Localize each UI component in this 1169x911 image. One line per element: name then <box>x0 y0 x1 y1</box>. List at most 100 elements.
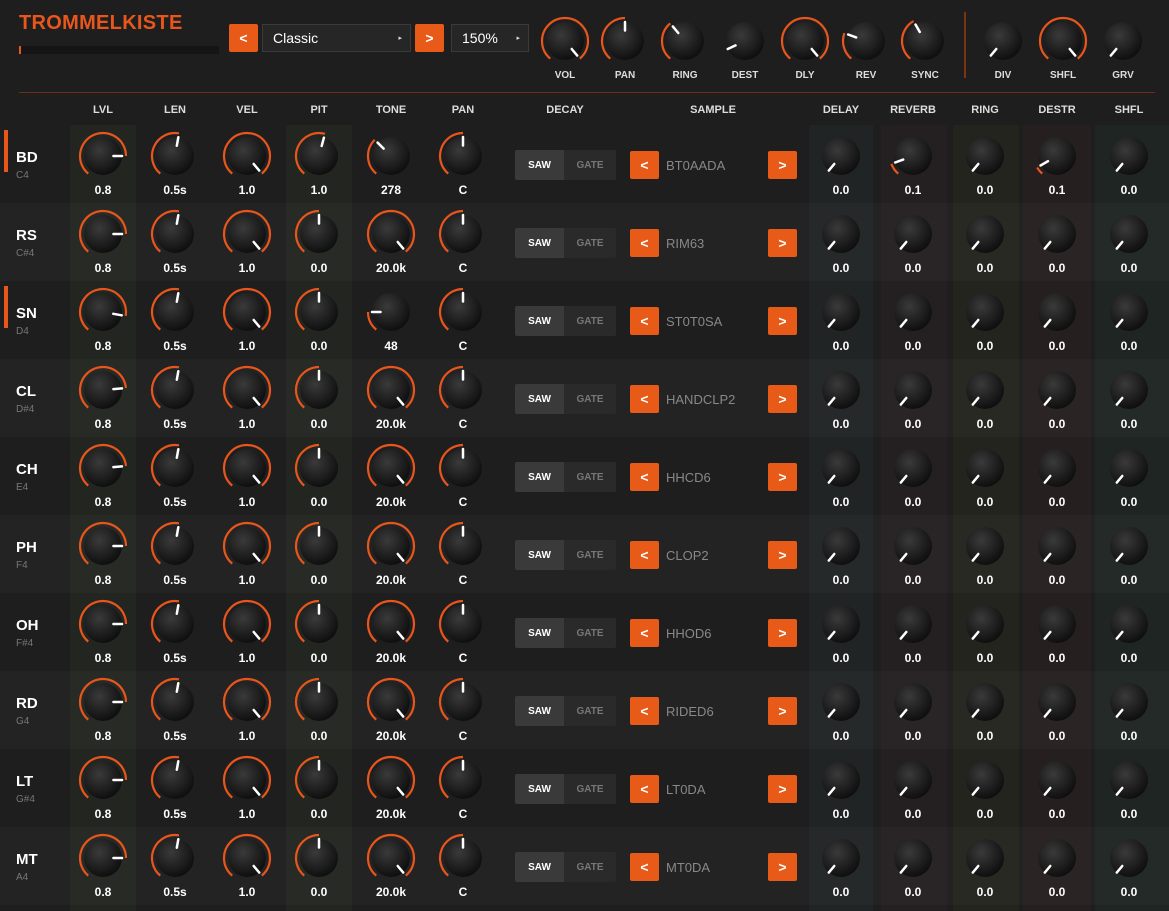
knob-dial[interactable] <box>1104 599 1154 649</box>
knob-dial[interactable] <box>1104 755 1154 805</box>
knob-pan[interactable]: C <box>433 755 493 821</box>
sample-next-button[interactable]: > <box>768 541 797 569</box>
sample-prev-button[interactable]: < <box>630 307 659 335</box>
knob-dial[interactable] <box>960 833 1010 883</box>
fx-knob-delay[interactable]: 0.0 <box>811 521 871 587</box>
knob-pit[interactable]: 0.0 <box>289 365 349 431</box>
fx-knob-destr[interactable]: 0.0 <box>1027 365 1087 431</box>
decay-toggle[interactable]: SAW GATE <box>515 150 616 180</box>
knob-dial[interactable] <box>1104 521 1154 571</box>
knob-len[interactable]: 0.5s <box>145 521 205 587</box>
knob-dial[interactable] <box>978 16 1028 66</box>
knob-dial[interactable] <box>816 677 866 727</box>
saw-option[interactable]: SAW <box>515 228 564 258</box>
knob-dial[interactable] <box>1104 443 1154 493</box>
saw-option[interactable]: SAW <box>515 774 564 804</box>
knob-dial[interactable] <box>600 16 650 66</box>
knob-dial[interactable] <box>1032 755 1082 805</box>
knob-vel[interactable]: 1.0 <box>217 365 277 431</box>
fx-knob-ring[interactable]: 0.0 <box>955 131 1015 197</box>
knob-lvl[interactable]: 0.8 <box>73 755 133 821</box>
knob-dial[interactable] <box>888 287 938 337</box>
sample-prev-button[interactable]: < <box>630 619 659 647</box>
knob-pan[interactable]: C <box>433 521 493 587</box>
gate-option[interactable]: GATE <box>564 150 616 180</box>
fx-knob-shfl[interactable]: 0.0 <box>1099 365 1159 431</box>
sample-next-button[interactable]: > <box>768 775 797 803</box>
knob-dial[interactable] <box>960 209 1010 259</box>
knob-dial[interactable] <box>78 755 128 805</box>
knob-dial[interactable] <box>366 755 416 805</box>
preset-select[interactable]: Classic ▸ <box>262 24 411 52</box>
knob-dial[interactable] <box>78 365 128 415</box>
knob-dial[interactable] <box>150 443 200 493</box>
knob-dial[interactable] <box>222 833 272 883</box>
decay-toggle[interactable]: SAW GATE <box>515 384 616 414</box>
knob-dial[interactable] <box>222 521 272 571</box>
decay-toggle[interactable]: SAW GATE <box>515 306 616 336</box>
gate-option[interactable]: GATE <box>564 384 616 414</box>
knob-dial[interactable] <box>438 833 488 883</box>
gate-option[interactable]: GATE <box>564 852 616 882</box>
fx-knob-reverb[interactable]: 0.0 <box>883 443 943 509</box>
knob-lvl[interactable]: 0.8 <box>73 209 133 275</box>
global-knob-vol[interactable]: VOL <box>540 16 590 81</box>
fx-knob-delay[interactable]: 0.0 <box>811 287 871 353</box>
knob-dial[interactable] <box>294 443 344 493</box>
decay-toggle[interactable]: SAW GATE <box>515 774 616 804</box>
knob-dial[interactable] <box>366 599 416 649</box>
fx-knob-destr[interactable]: 0.0 <box>1027 521 1087 587</box>
knob-vel[interactable]: 1.0 <box>217 287 277 353</box>
saw-option[interactable]: SAW <box>515 150 564 180</box>
fx-knob-destr[interactable]: 0.1 <box>1027 131 1087 197</box>
knob-dial[interactable] <box>366 131 416 181</box>
knob-pan[interactable]: C <box>433 365 493 431</box>
knob-dial[interactable] <box>960 443 1010 493</box>
fx-knob-shfl[interactable]: 0.0 <box>1099 677 1159 743</box>
fx-knob-ring[interactable]: 0.0 <box>955 755 1015 821</box>
knob-lvl[interactable]: 0.8 <box>73 521 133 587</box>
knob-dial[interactable] <box>888 365 938 415</box>
fx-knob-delay[interactable]: 0.0 <box>811 677 871 743</box>
knob-dial[interactable] <box>150 209 200 259</box>
knob-dial[interactable] <box>150 131 200 181</box>
sample-next-button[interactable]: > <box>768 853 797 881</box>
sample-next-button[interactable]: > <box>768 307 797 335</box>
global-knob-rev[interactable]: REV <box>841 16 891 81</box>
fx-knob-shfl[interactable]: 0.0 <box>1099 443 1159 509</box>
sample-next-button[interactable]: > <box>768 151 797 179</box>
knob-tone[interactable]: 20.0k <box>361 209 421 275</box>
knob-vel[interactable]: 1.0 <box>217 209 277 275</box>
knob-dial[interactable] <box>1104 833 1154 883</box>
knob-dial[interactable] <box>294 209 344 259</box>
sample-prev-button[interactable]: < <box>630 853 659 881</box>
knob-dial[interactable] <box>960 755 1010 805</box>
fx-knob-shfl[interactable]: 0.0 <box>1099 833 1159 899</box>
knob-len[interactable]: 0.5s <box>145 833 205 899</box>
knob-dial[interactable] <box>150 755 200 805</box>
knob-pan[interactable]: C <box>433 287 493 353</box>
knob-dial[interactable] <box>294 677 344 727</box>
knob-vel[interactable]: 1.0 <box>217 833 277 899</box>
gate-option[interactable]: GATE <box>564 696 616 726</box>
knob-tone[interactable]: 20.0k <box>361 833 421 899</box>
fx-knob-shfl[interactable]: 0.0 <box>1099 755 1159 821</box>
knob-len[interactable]: 0.5s <box>145 287 205 353</box>
knob-lvl[interactable]: 0.8 <box>73 677 133 743</box>
knob-dial[interactable] <box>222 287 272 337</box>
fx-knob-destr[interactable]: 0.0 <box>1027 677 1087 743</box>
decay-toggle[interactable]: SAW GATE <box>515 618 616 648</box>
knob-dial[interactable] <box>366 443 416 493</box>
knob-tone[interactable]: 20.0k <box>361 365 421 431</box>
knob-len[interactable]: 0.5s <box>145 599 205 665</box>
knob-dial[interactable] <box>816 209 866 259</box>
fx-knob-reverb[interactable]: 0.0 <box>883 287 943 353</box>
knob-lvl[interactable]: 0.8 <box>73 599 133 665</box>
fx-knob-ring[interactable]: 0.0 <box>955 209 1015 275</box>
gate-option[interactable]: GATE <box>564 540 616 570</box>
knob-dial[interactable] <box>78 599 128 649</box>
global-knob-shfl[interactable]: SHFL <box>1038 16 1088 81</box>
knob-dial[interactable] <box>366 833 416 883</box>
knob-dial[interactable] <box>78 443 128 493</box>
fx-knob-reverb[interactable]: 0.0 <box>883 365 943 431</box>
